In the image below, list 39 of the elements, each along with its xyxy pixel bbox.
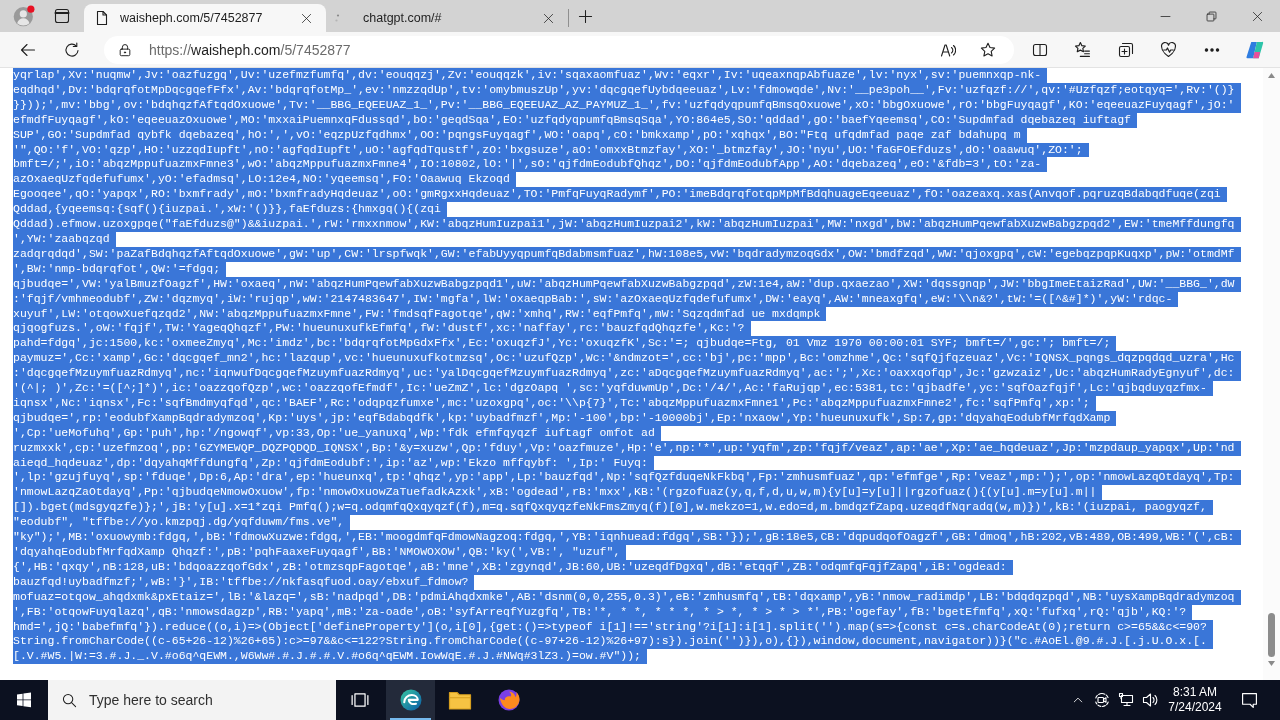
scroll-up-icon[interactable] [1268, 73, 1275, 78]
video-camera-icon[interactable] [1094, 692, 1110, 708]
taskbar-button[interactable] [386, 680, 435, 720]
fox-globe-icon [496, 688, 521, 712]
split-screen-icon[interactable] [1031, 41, 1048, 58]
read-aloud-icon[interactable] [940, 41, 956, 58]
loading-dots-icon [334, 14, 342, 22]
clock-time: 8:31 AM [1173, 685, 1217, 700]
speech-bubble-icon[interactable] [1240, 691, 1258, 709]
search-box[interactable]: Type here to search [48, 680, 336, 720]
browser-tab[interactable]: waisheph.com/5/7452877 [84, 4, 326, 32]
favorites-icon[interactable] [1074, 41, 1091, 58]
close-icon[interactable] [301, 12, 312, 24]
scrollbar-track[interactable] [1263, 68, 1280, 680]
speaker-icon[interactable] [1142, 692, 1158, 708]
close-icon[interactable] [543, 12, 554, 24]
restore-icon[interactable] [1205, 10, 1217, 22]
collections-icon[interactable] [1117, 41, 1134, 58]
scrollbar-thumb[interactable] [1268, 613, 1275, 657]
wave-logo-icon [398, 688, 423, 712]
scroll-down-icon[interactable] [1268, 661, 1275, 666]
colorful-logo-icon[interactable] [1244, 39, 1265, 60]
tab-actions-icon[interactable] [54, 8, 70, 24]
search-icon [62, 692, 77, 708]
stacked-windows-icon[interactable] [351, 691, 369, 709]
avatar-icon[interactable] [13, 5, 35, 27]
close-icon[interactable] [1251, 10, 1263, 22]
heart-icon[interactable] [1160, 41, 1177, 58]
network-monitor-icon[interactable] [1118, 692, 1134, 708]
clock-date: 7/24/2024 [1168, 700, 1222, 715]
lock-icon[interactable] [118, 42, 132, 57]
star-icon[interactable] [980, 41, 996, 58]
refresh-icon[interactable] [64, 41, 80, 58]
plus-icon[interactable] [577, 8, 593, 24]
start-logo-icon[interactable] [16, 692, 32, 708]
page-icon [94, 10, 110, 26]
browser-tab[interactable]: chatgpt.com/# [328, 4, 568, 32]
address-bar[interactable]: https://waisheph.com/5/7452877 [104, 35, 1014, 64]
back-arrow-icon[interactable] [20, 41, 36, 58]
